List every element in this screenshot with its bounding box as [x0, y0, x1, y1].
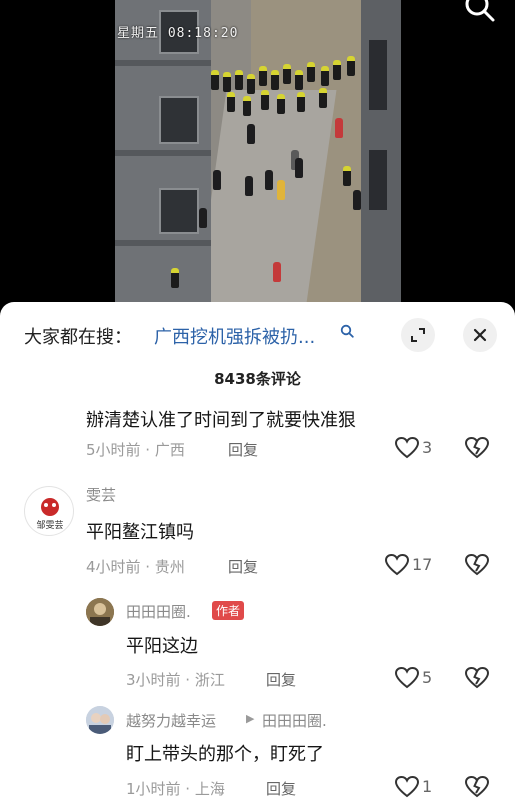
avatar-logo-text: 邹雯芸: [36, 521, 64, 531]
close-button[interactable]: [463, 318, 497, 352]
comment-reply-item: 越努力越幸运 ▶ 田田田圈. 盯上带头的那个，盯死了 1小时前 · 上海 回复 …: [0, 702, 515, 800]
comment-text: 平阳鳌江镇吗: [86, 522, 194, 543]
author-badge: 作者: [212, 601, 245, 620]
avatar-photo-icon: [86, 706, 114, 734]
reply-button[interactable]: 回复: [228, 556, 258, 577]
broken-heart-icon[interactable]: [464, 775, 490, 799]
heart-icon[interactable]: [394, 666, 420, 690]
video-frame: 星期五 08:18:20: [115, 0, 401, 310]
search-icon[interactable]: [464, 0, 496, 24]
trending-search-label: 大家都在搜：: [24, 327, 132, 348]
reply-button[interactable]: 回复: [228, 439, 258, 460]
reply-arrow-icon: ▶: [246, 712, 255, 725]
comments-panel: 大家都在搜： 广西挖机强拆被扔... 8438条评论 辦清楚认准了时间到了就要快…: [0, 302, 515, 800]
comment-username[interactable]: 田田田圈.: [126, 601, 191, 622]
reply-button[interactable]: 回复: [266, 669, 296, 690]
avatar[interactable]: [86, 598, 114, 626]
comment-text: 平阳这边: [126, 636, 198, 657]
avatar[interactable]: [86, 706, 114, 734]
comment-text: 盯上带头的那个，盯死了: [126, 744, 324, 765]
broken-heart-icon[interactable]: [464, 553, 490, 577]
broken-heart-icon[interactable]: [464, 666, 490, 690]
comment-item: 辦清楚认准了时间到了就要快准狠 5小时前 · 广西 回复 3: [0, 398, 515, 470]
expand-button[interactable]: [401, 318, 435, 352]
comment-time-location: 4小时前 · 贵州: [86, 558, 185, 576]
like-count: 1: [422, 777, 433, 796]
broken-heart-icon[interactable]: [464, 436, 490, 460]
trending-search-bar[interactable]: 大家都在搜： 广西挖机强拆被扔...: [0, 302, 515, 366]
like-count: 17: [412, 555, 433, 574]
comment-username[interactable]: 雯芸: [86, 484, 116, 505]
like-count: 3: [422, 438, 433, 457]
reply-to-username[interactable]: 田田田圈.: [262, 710, 327, 731]
comment-item: 邹雯芸 雯芸 平阳鳌江镇吗 4小时前 · 贵州 回复 17: [0, 480, 515, 590]
avatar[interactable]: 邹雯芸: [24, 486, 74, 536]
video-building-left: [115, 0, 211, 310]
comment-time-location: 3小时前 · 浙江: [126, 671, 225, 689]
like-count: 5: [422, 668, 433, 687]
comment-reply-item: 田田田圈. 作者 平阳这边 3小时前 · 浙江 回复 5: [0, 592, 515, 702]
comment-time-location: 1小时前 · 上海: [126, 780, 225, 798]
heart-icon[interactable]: [384, 553, 410, 577]
search-icon[interactable]: [340, 324, 354, 338]
comment-count: 8438条评论: [214, 370, 301, 388]
avatar-photo-icon: [86, 598, 114, 626]
comment-username[interactable]: 越努力越幸运: [126, 710, 216, 731]
reply-button[interactable]: 回复: [266, 778, 296, 799]
video-building-right: [361, 0, 401, 310]
comment-text: 辦清楚认准了时间到了就要快准狠: [86, 410, 356, 431]
video-player[interactable]: 星期五 08:18:20: [0, 0, 515, 310]
expand-icon: [411, 328, 425, 342]
heart-icon[interactable]: [394, 775, 420, 799]
trending-search-term[interactable]: 广西挖机强拆被扔...: [154, 323, 315, 349]
comment-time-location: 5小时前 · 广西: [86, 441, 185, 459]
close-icon: [473, 328, 487, 342]
video-timestamp: 星期五 08:18:20: [117, 26, 239, 41]
heart-icon[interactable]: [394, 436, 420, 460]
